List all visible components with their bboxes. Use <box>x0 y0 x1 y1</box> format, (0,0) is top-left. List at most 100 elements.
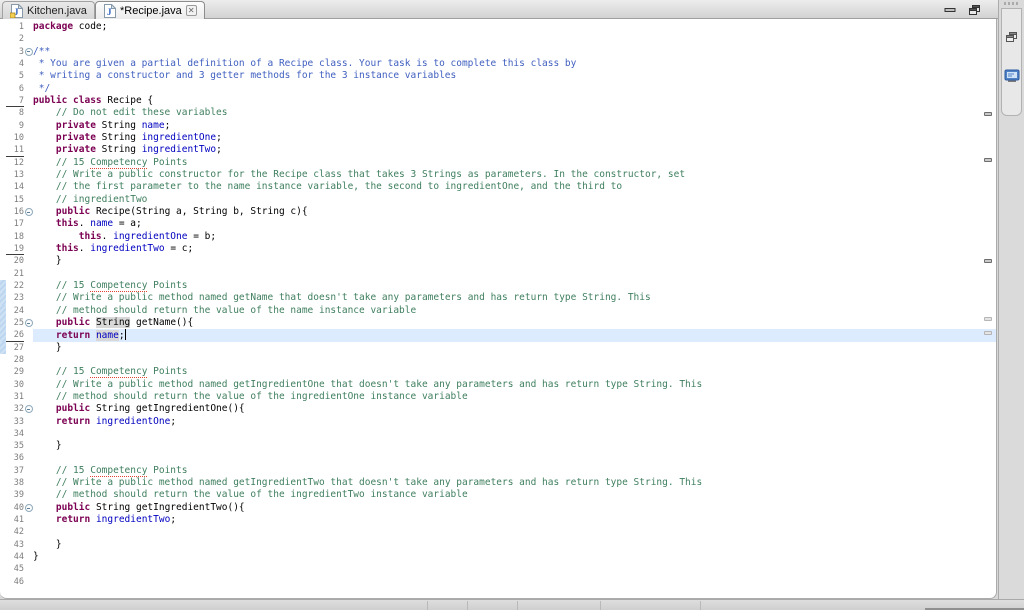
code-line-38[interactable]: 38 // Write a public method named getIng… <box>0 477 996 489</box>
code-line-11[interactable]: 11 private String ingredientTwo; <box>0 144 996 156</box>
code-line-18[interactable]: 18 this. ingredientOne = b; <box>0 231 996 243</box>
code-line-6[interactable]: 6 */ <box>0 83 996 95</box>
line-number[interactable]: 45 <box>6 563 24 575</box>
code-line-28[interactable]: 28 <box>0 354 996 366</box>
line-number[interactable]: 18 <box>6 231 24 243</box>
line-number[interactable]: 8 <box>6 107 24 119</box>
line-number[interactable]: 28 <box>6 354 24 366</box>
code-line-46[interactable]: 46 <box>0 576 996 588</box>
code-line-17[interactable]: 17 this. name = a; <box>0 218 996 230</box>
line-number[interactable]: 16 <box>6 206 24 218</box>
code-line-21[interactable]: 21 <box>0 268 996 280</box>
fold-collapse-icon[interactable] <box>25 48 33 56</box>
minimize-button[interactable] <box>944 0 956 19</box>
line-number[interactable]: 21 <box>6 268 24 280</box>
line-number[interactable]: 11 <box>6 144 24 156</box>
code-editor[interactable]: 1package code;23/**4 * You are given a p… <box>0 19 997 599</box>
line-number[interactable]: 12 <box>6 157 24 169</box>
line-number[interactable]: 29 <box>6 366 24 378</box>
console-icon[interactable] <box>1004 69 1020 83</box>
code-line-10[interactable]: 10 private String ingredientOne; <box>0 132 996 144</box>
line-number[interactable]: 9 <box>6 120 24 132</box>
code-line-41[interactable]: 41 return ingredientTwo; <box>0 514 996 526</box>
code-line-5[interactable]: 5 * writing a constructor and 3 getter m… <box>0 70 996 82</box>
code-line-16[interactable]: 16 public Recipe(String a, String b, Str… <box>0 206 996 218</box>
code-line-24[interactable]: 24 // method should return the value of … <box>0 305 996 317</box>
code-line-44[interactable]: 44} <box>0 551 996 563</box>
annotation-mark[interactable] <box>984 259 992 263</box>
code-line-7[interactable]: 7public class Recipe { <box>0 95 996 107</box>
line-number[interactable]: 34 <box>6 428 24 440</box>
code-line-35[interactable]: 35 } <box>0 440 996 452</box>
fold-collapse-icon[interactable] <box>25 504 33 512</box>
restore-view-icon[interactable] <box>1005 31 1018 43</box>
code-line-3[interactable]: 3/** <box>0 46 996 58</box>
line-number[interactable]: 38 <box>6 477 24 489</box>
line-number[interactable]: 13 <box>6 169 24 181</box>
code-line-37[interactable]: 37 // 15 Competency Points <box>0 465 996 477</box>
line-number[interactable]: 20 <box>6 255 24 267</box>
line-number[interactable]: 2 <box>6 33 24 45</box>
code-line-36[interactable]: 36 <box>0 452 996 464</box>
line-number[interactable]: 22 <box>6 280 24 292</box>
code-line-39[interactable]: 39 // method should return the value of … <box>0 489 996 501</box>
line-number[interactable]: 44 <box>6 551 24 563</box>
line-number[interactable]: 1 <box>6 21 24 33</box>
line-number[interactable]: 24 <box>6 305 24 317</box>
line-number[interactable]: 41 <box>6 514 24 526</box>
line-number[interactable]: 42 <box>6 526 24 538</box>
line-number[interactable]: 36 <box>6 452 24 464</box>
line-number[interactable]: 30 <box>6 379 24 391</box>
code-line-20[interactable]: 20 } <box>0 255 996 267</box>
line-number[interactable]: 32 <box>6 403 24 415</box>
line-number[interactable]: 17 <box>6 218 24 230</box>
code-line-45[interactable]: 45 <box>0 563 996 575</box>
code-line-22[interactable]: 22 // 15 Competency Points <box>0 280 996 292</box>
fold-collapse-icon[interactable] <box>25 319 33 327</box>
code-line-26[interactable]: 26 return name; <box>0 329 996 341</box>
tab-recipe-java[interactable]: J *Recipe.java ✕ <box>95 1 205 19</box>
close-icon[interactable]: ✕ <box>186 5 197 16</box>
code-line-14[interactable]: 14 // the first parameter to the name in… <box>0 181 996 193</box>
line-number[interactable]: 25 <box>6 317 24 329</box>
fold-collapse-icon[interactable] <box>25 405 33 413</box>
line-number[interactable]: 46 <box>6 576 24 588</box>
line-number[interactable]: 33 <box>6 416 24 428</box>
code-line-8[interactable]: 8 // Do not edit these variables <box>0 107 996 119</box>
line-number[interactable]: 37 <box>6 465 24 477</box>
code-line-33[interactable]: 33 return ingredientOne; <box>0 416 996 428</box>
code-line-32[interactable]: 32 public String getIngredientOne(){ <box>0 403 996 415</box>
code-line-4[interactable]: 4 * You are given a partial definition o… <box>0 58 996 70</box>
code-line-13[interactable]: 13 // Write a public constructor for the… <box>0 169 996 181</box>
code-line-43[interactable]: 43 } <box>0 539 996 551</box>
line-number[interactable]: 43 <box>6 539 24 551</box>
line-number[interactable]: 10 <box>6 132 24 144</box>
code-line-25[interactable]: 25 public String getName(){ <box>0 317 996 329</box>
line-number[interactable]: 39 <box>6 489 24 501</box>
restore-button[interactable] <box>968 0 981 19</box>
line-number[interactable]: 40 <box>6 502 24 514</box>
code-line-2[interactable]: 2 <box>0 33 996 45</box>
code-line-27[interactable]: 27 } <box>0 342 996 354</box>
code-line-40[interactable]: 40 public String getIngredientTwo(){ <box>0 502 996 514</box>
code-line-31[interactable]: 31 // method should return the value of … <box>0 391 996 403</box>
line-number[interactable]: 3 <box>6 46 24 58</box>
annotation-mark[interactable] <box>984 317 992 321</box>
code-line-23[interactable]: 23 // Write a public method named getNam… <box>0 292 996 304</box>
code-line-15[interactable]: 15 // ingredientTwo <box>0 194 996 206</box>
annotation-mark[interactable] <box>984 158 992 162</box>
line-number[interactable]: 6 <box>6 83 24 95</box>
annotation-mark[interactable] <box>984 112 992 116</box>
line-number[interactable]: 23 <box>6 292 24 304</box>
tab-kitchen-java[interactable]: J Kitchen.java <box>2 1 95 19</box>
code-line-29[interactable]: 29 // 15 Competency Points <box>0 366 996 378</box>
line-number[interactable]: 5 <box>6 70 24 82</box>
code-line-19[interactable]: 19 this. ingredientTwo = c; <box>0 243 996 255</box>
line-number[interactable]: 19 <box>6 243 24 255</box>
line-number[interactable]: 26 <box>6 329 24 341</box>
line-number[interactable]: 7 <box>6 95 24 107</box>
line-number[interactable]: 31 <box>6 391 24 403</box>
drag-handle-icon[interactable] <box>1004 2 1018 5</box>
code-line-1[interactable]: 1package code; <box>0 21 996 33</box>
line-number[interactable]: 14 <box>6 181 24 193</box>
